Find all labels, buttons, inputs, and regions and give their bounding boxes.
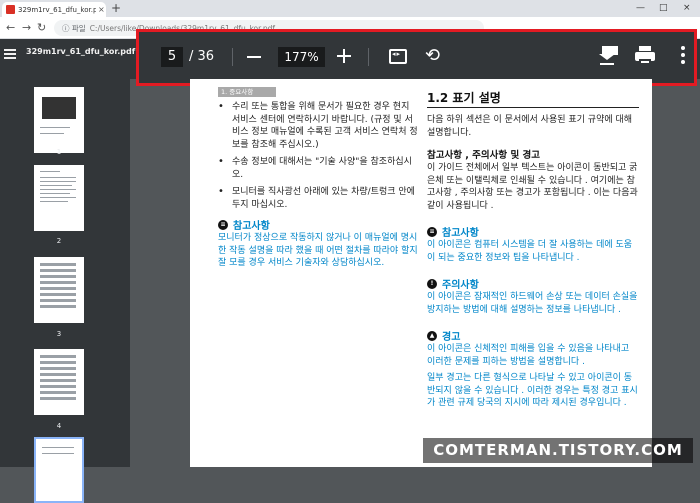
- caution-text: 이 아이콘은 잠재적인 하드웨어 손상 또는 데이터 손실을 방지하는 방법에 …: [427, 292, 638, 315]
- zoom-in-icon[interactable]: [337, 49, 351, 63]
- download-icon[interactable]: [599, 46, 618, 66]
- caution-icon: !: [427, 278, 437, 289]
- left-column: 1. 중요사항 • 수리 또는 통합을 위해 문서가 필요한 경우 현지 서비스 …: [218, 87, 418, 270]
- watermark: COMTERMAN.TISTORY.COM: [423, 438, 693, 463]
- subsection-heading: 참고사항 , 주의사항 및 경고: [427, 150, 540, 161]
- rotate-icon[interactable]: ⟲: [425, 44, 447, 68]
- right-column: 1.2 표기 설명 다음 하위 섹션은 이 문서에서 사용된 표기 규약에 대해…: [427, 89, 639, 410]
- tab-bar: 329m1rv_61_dfu_kor.pdf × + — □ ×: [0, 0, 700, 17]
- thumbnail-page-4[interactable]: [34, 349, 84, 415]
- thumbnail-label: 1: [56, 148, 62, 156]
- browser-tab[interactable]: 329m1rv_61_dfu_kor.pdf ×: [2, 2, 106, 17]
- tab-close-icon[interactable]: ×: [98, 5, 105, 14]
- toolbar-divider: [368, 48, 369, 66]
- toolbar-divider: [232, 48, 233, 66]
- note-icon: ≡: [218, 219, 228, 230]
- pdf-file-name: 329m1rv_61_dfu_kor.pdf: [26, 47, 136, 56]
- print-icon[interactable]: [635, 46, 655, 66]
- minimize-button[interactable]: —: [636, 3, 645, 13]
- tab-title: 329m1rv_61_dfu_kor.pdf: [18, 5, 96, 14]
- thumbnail-sidebar: 1 2 3 4: [0, 79, 130, 503]
- note-text: 이 아이콘은 컴퓨터 시스템을 더 잘 사용하는 데에 도움이 되는 중요한 정…: [427, 240, 633, 263]
- page-total: / 36: [189, 49, 215, 64]
- more-options-icon[interactable]: [681, 46, 687, 66]
- thumbnail-label: 2: [56, 237, 62, 245]
- warning-icon: ▲: [427, 330, 437, 341]
- note-text: 모니터가 정상으로 작동하지 않거나 이 매뉴얼에 명시한 작동 설명을 따라 …: [218, 233, 418, 268]
- subsection-text: 이 가이드 전체에서 일부 텍스트는 아이콘이 동반되고 굵은체 또는 이탤릭체…: [427, 163, 638, 211]
- note-heading: ≡ 참고사항: [427, 224, 639, 239]
- forward-button[interactable]: →: [22, 21, 31, 34]
- pdf-favicon-icon: [6, 5, 15, 14]
- note-icon: ≡: [427, 226, 437, 237]
- warning-text: 이 아이콘은 신체적인 피해를 입을 수 있음을 나타내고 이러한 문제를 피하…: [427, 344, 630, 367]
- page-number-input[interactable]: 5: [161, 47, 183, 67]
- sidebar-menu-icon[interactable]: [4, 49, 16, 59]
- fit-to-page-icon[interactable]: [389, 49, 407, 64]
- reload-button[interactable]: ↻: [37, 21, 46, 34]
- section-intro: 다음 하위 섹션은 이 문서에서 사용된 표기 규약에 대해 설명합니다.: [427, 115, 633, 138]
- warning-heading: ▲ 경고: [427, 328, 639, 343]
- thumbnail-page-3[interactable]: [34, 257, 84, 323]
- pdf-controls-highlight: 5 / 36 177% ⟲: [136, 29, 697, 86]
- thumbnail-page-5[interactable]: [34, 437, 84, 503]
- list-item: • 모니터를 직사광선 아래에 있는 차량/트렁크 안에 두지 마십시오.: [218, 186, 415, 210]
- thumbnail-label: 3: [56, 330, 62, 338]
- thumbnail-label: 4: [56, 422, 62, 430]
- back-button[interactable]: ←: [6, 21, 15, 34]
- maximize-button[interactable]: □: [659, 3, 668, 13]
- note-heading: ≡ 참고사항: [218, 217, 418, 232]
- warning-extra-text: 일부 경고는 다른 형식으로 나타날 수 있고 아이콘이 동반되지 않을 수 있…: [427, 373, 638, 408]
- close-window-button[interactable]: ×: [683, 3, 691, 13]
- site-info-label[interactable]: ⓘ 파일: [62, 23, 86, 34]
- pdf-page: 1. 중요사항 • 수리 또는 통합을 위해 문서가 필요한 경우 현지 서비스 …: [190, 79, 652, 467]
- thumbnail-page-1[interactable]: [34, 87, 84, 153]
- zoom-level-input[interactable]: 177%: [278, 47, 325, 67]
- section-title: 1.2 표기 설명: [427, 89, 639, 108]
- caution-heading: ! 주의사항: [427, 276, 639, 291]
- list-item: • 수리 또는 통합을 위해 문서가 필요한 경우 현지 서비스 센터에 연락하시…: [218, 101, 418, 150]
- list-item: • 수송 정보에 대해서는 "기술 사양"을 참조하십시오.: [218, 156, 412, 180]
- thumbnail-page-2[interactable]: [34, 165, 84, 231]
- zoom-out-icon[interactable]: [247, 56, 261, 58]
- section-header-bar: 1. 중요사항: [218, 87, 276, 97]
- new-tab-button[interactable]: +: [111, 2, 121, 14]
